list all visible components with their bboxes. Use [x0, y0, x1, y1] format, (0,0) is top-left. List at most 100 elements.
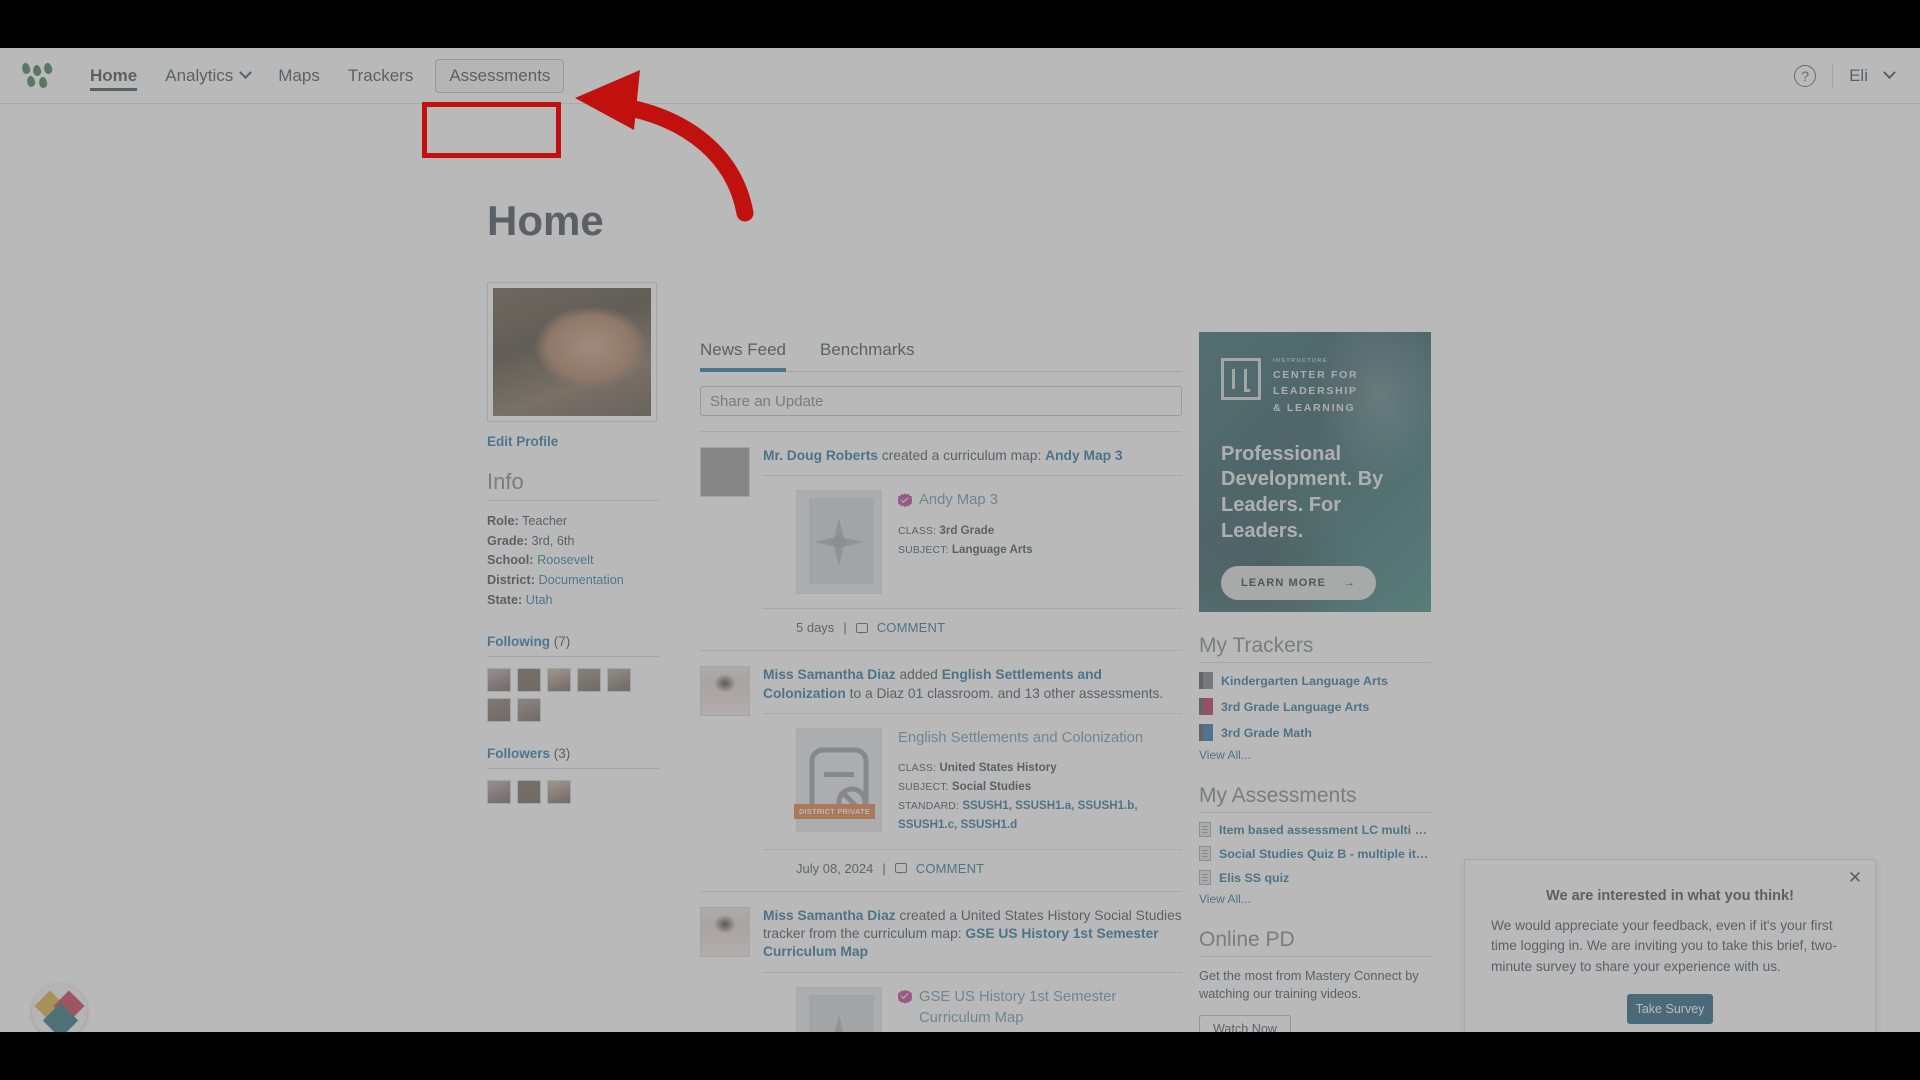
comment-button[interactable]: COMMENT — [916, 861, 985, 876]
avatar[interactable] — [700, 666, 750, 717]
card-line-key: SUBJECT: — [898, 782, 949, 794]
feed-post: Miss Samantha Diaz added English Settlem… — [700, 650, 1182, 876]
promo-banner[interactable]: INSTRUCTURE CENTER FOR LEADERSHIP & LEAR… — [1199, 332, 1431, 612]
avatar[interactable] — [517, 698, 541, 723]
news-feed-column: News Feed Benchmarks Mr. Doug Roberts cr… — [700, 340, 1182, 1032]
tab-news-feed[interactable]: News Feed — [700, 340, 786, 372]
tracker-link[interactable]: Kindergarten Language Arts — [1221, 674, 1388, 688]
info-value-link[interactable]: Roosevelt — [537, 553, 593, 567]
tracker-link[interactable]: 3rd Grade Language Arts — [1221, 700, 1369, 714]
info-key: School: — [487, 553, 534, 568]
close-icon[interactable]: ✕ — [1846, 869, 1864, 887]
compass-icon — [815, 518, 863, 567]
card-title-link[interactable]: English Settlements and Colonization — [898, 728, 1143, 749]
profile-sidebar: Edit Profile Info Role: Teacher Grade: 3… — [487, 282, 659, 805]
share-update-input[interactable] — [700, 386, 1182, 416]
arrow-right-icon: → — [1343, 577, 1357, 590]
card-line-key: STANDARD: — [898, 801, 960, 813]
avatar[interactable] — [577, 668, 601, 693]
chat-widget-button[interactable] — [32, 984, 87, 1032]
followers-count: (3) — [553, 746, 571, 762]
tracker-link[interactable]: 3rd Grade Math — [1221, 726, 1312, 740]
card-line-subject: SUBJECT: Social Studies — [898, 778, 1182, 797]
avatar[interactable] — [487, 698, 511, 723]
document-icon — [1199, 846, 1211, 861]
card-line-value: Language Arts — [951, 542, 1033, 556]
post-text: Miss Samantha Diaz created a United Stat… — [763, 907, 1182, 973]
card-line-subject: SUBJECT: Language Arts — [898, 541, 1182, 560]
nav-trackers[interactable]: Trackers — [334, 48, 428, 104]
avatar[interactable] — [607, 668, 631, 693]
trackers-view-all-link[interactable]: View All... — [1199, 748, 1431, 762]
card-line-class: CLASS: 3rd Grade — [898, 522, 1182, 541]
post-card: Andy Map 3 CLASS: 3rd Grade SUBJECT: Lan… — [763, 476, 1182, 595]
avatar[interactable] — [487, 668, 511, 693]
avatar[interactable] — [517, 780, 541, 805]
comment-button[interactable]: COMMENT — [877, 620, 946, 635]
assessment-item[interactable]: Social Studies Quiz B - multiple ite... — [1199, 846, 1431, 861]
assessment-link[interactable]: Item based assessment LC multi c... — [1219, 823, 1431, 837]
avatar[interactable] — [700, 906, 750, 957]
assessment-link[interactable]: Social Studies Quiz B - multiple ite... — [1219, 847, 1431, 861]
info-row-state: State: Utah — [487, 591, 659, 611]
followers-link[interactable]: Followers — [487, 746, 550, 761]
assessment-item[interactable]: Elis SS quiz — [1199, 870, 1431, 885]
learn-more-label: LEARN MORE — [1241, 577, 1326, 590]
nav-maps[interactable]: Maps — [264, 48, 334, 104]
following-count: (7) — [553, 634, 571, 650]
edit-profile-link[interactable]: Edit Profile — [487, 434, 659, 449]
tab-benchmarks[interactable]: Benchmarks — [820, 340, 914, 371]
divider: | — [843, 620, 847, 636]
post-author-link[interactable]: Mr. Doug Roberts — [763, 448, 878, 463]
profile-photo-frame — [487, 282, 657, 422]
online-pd-heading: Online PD — [1199, 928, 1431, 957]
help-question-mark-icon[interactable]: ? — [1794, 64, 1817, 87]
post-object-link[interactable]: Andy Map 3 — [1045, 448, 1122, 463]
avatar[interactable] — [487, 780, 511, 805]
tracker-item[interactable]: 3rd Grade Math — [1199, 724, 1431, 741]
card-title-link[interactable]: GSE US History 1st Semester Curriculum M… — [919, 987, 1182, 1030]
info-value-link[interactable]: Documentation — [538, 573, 623, 587]
assessment-item[interactable]: Item based assessment LC multi c... — [1199, 822, 1431, 837]
card-title-link[interactable]: Andy Map 3 — [919, 490, 998, 511]
document-icon — [1199, 822, 1211, 837]
info-value-link[interactable]: Utah — [526, 593, 553, 607]
divider: | — [882, 860, 886, 876]
tracker-item[interactable]: Kindergarten Language Arts — [1199, 672, 1431, 689]
masteryconnect-logo-icon[interactable] — [20, 61, 56, 89]
tracker-item[interactable]: 3rd Grade Language Arts — [1199, 698, 1431, 715]
promo-eyebrow: INSTRUCTURE — [1273, 358, 1328, 364]
post-timestamp: 5 days — [796, 620, 835, 636]
avatar[interactable] — [547, 668, 571, 693]
nav-trackers-label: Trackers — [347, 65, 414, 85]
nav-home[interactable]: Home — [76, 48, 151, 104]
assessment-link[interactable]: Elis SS quiz — [1219, 871, 1289, 885]
info-row-role: Role: Teacher — [487, 512, 659, 532]
nav-analytics[interactable]: Analytics — [151, 48, 264, 104]
post-author-link[interactable]: Miss Samantha Diaz — [763, 667, 896, 682]
card-line-value: Social Studies — [951, 780, 1032, 794]
info-value: 3rd, 6th — [531, 533, 575, 548]
avatar[interactable] — [547, 780, 571, 805]
watch-now-button[interactable]: Watch Now — [1199, 1014, 1291, 1032]
profile-photo — [493, 288, 651, 416]
assessments-view-all-link[interactable]: View All... — [1199, 892, 1431, 906]
post-card: GSE US History 1st Semester Curriculum M… — [763, 973, 1182, 1032]
avatar[interactable] — [517, 668, 541, 693]
post-footer: 5 days | COMMENT — [763, 608, 1182, 635]
post-text-mid: added — [895, 667, 942, 683]
post-body: Mr. Doug Roberts created a curriculum ma… — [763, 447, 1182, 635]
document-icon — [1199, 870, 1211, 885]
nav-assessments[interactable]: Assessments — [435, 58, 565, 93]
card-line-value: 3rd Grade — [939, 523, 995, 537]
avatar[interactable] — [700, 447, 750, 497]
learn-more-button[interactable]: LEARN MORE → — [1221, 566, 1377, 601]
card-meta: English Settlements and Colonization CLA… — [898, 728, 1182, 835]
post-author-link[interactable]: Miss Samantha Diaz — [763, 908, 896, 923]
following-link[interactable]: Following — [487, 634, 550, 649]
browser-viewport: Home Analytics Maps Trackers Assessments… — [0, 48, 1920, 1032]
followers-heading: Followers (3) — [487, 746, 659, 770]
user-menu[interactable]: Eli — [1849, 66, 1896, 86]
post-text-after: to a Diaz 01 classroom. and 13 other ass… — [845, 685, 1164, 701]
take-survey-button[interactable]: Take Survey — [1627, 993, 1713, 1024]
